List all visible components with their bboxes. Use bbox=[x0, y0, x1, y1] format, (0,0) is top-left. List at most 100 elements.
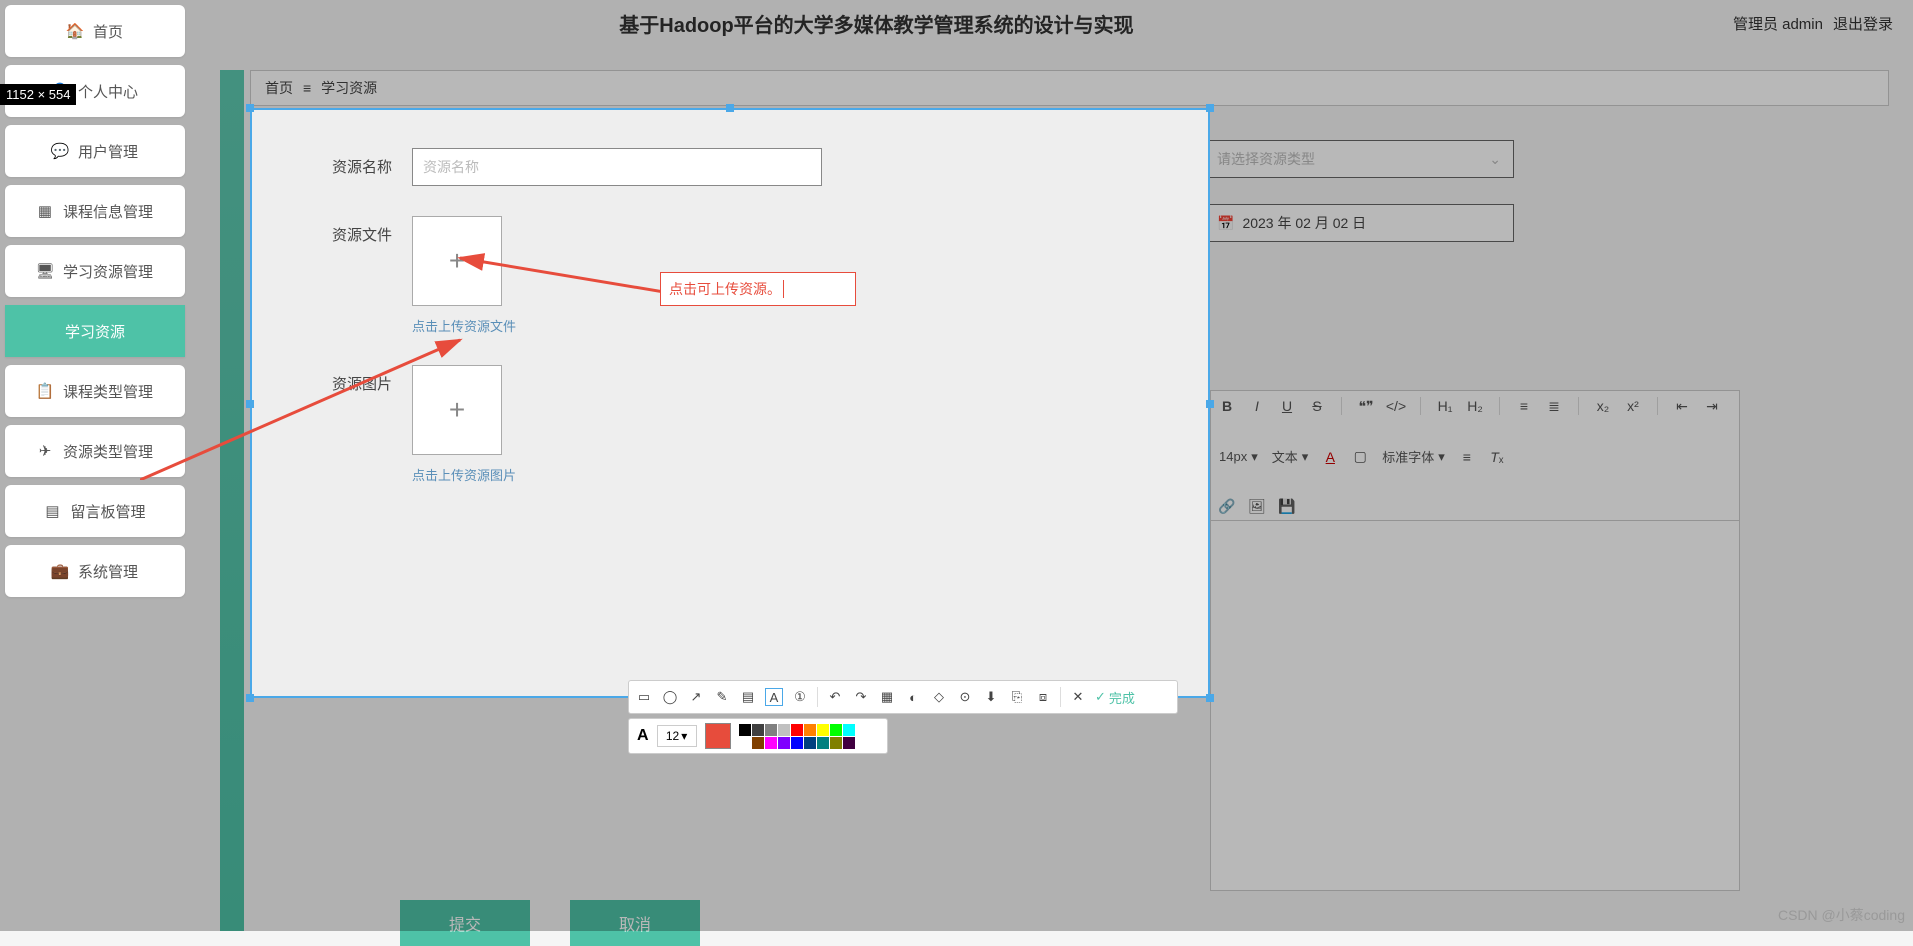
color-swatch[interactable] bbox=[752, 724, 764, 736]
ol-icon[interactable]: ≡ bbox=[1516, 398, 1532, 414]
upload-image-box[interactable]: + bbox=[412, 365, 502, 455]
text-tool-icon[interactable]: A bbox=[765, 688, 783, 706]
color-swatch[interactable] bbox=[791, 724, 803, 736]
h2-icon[interactable]: H₂ bbox=[1467, 398, 1483, 414]
code-icon[interactable]: </> bbox=[1388, 398, 1404, 414]
sidebar-item-users[interactable]: 💬 用户管理 bbox=[5, 125, 185, 177]
highlight-tool-icon[interactable]: ▤ bbox=[739, 688, 757, 706]
undo-icon[interactable]: ↶ bbox=[826, 688, 844, 706]
selection-handle[interactable] bbox=[1206, 694, 1214, 702]
resource-name-input[interactable] bbox=[412, 148, 822, 186]
sidebar-item-home[interactable]: 🏠 首页 bbox=[5, 5, 185, 57]
font-color-icon[interactable]: A bbox=[1322, 449, 1338, 465]
align-icon[interactable]: ≡ bbox=[1459, 449, 1475, 465]
editor-textarea[interactable] bbox=[1210, 521, 1740, 891]
selection-handle[interactable] bbox=[726, 104, 734, 112]
close-icon[interactable]: ✕ bbox=[1069, 688, 1087, 706]
toolbar-separator bbox=[1060, 687, 1061, 707]
record-icon[interactable]: ⊙ bbox=[956, 688, 974, 706]
color-swatch[interactable] bbox=[804, 724, 816, 736]
font-size-dropdown[interactable]: 14px ▾ bbox=[1219, 449, 1258, 465]
font-a-icon: A bbox=[637, 727, 649, 745]
indent-icon[interactable]: ⇥ bbox=[1704, 398, 1720, 414]
pen-tool-icon[interactable]: ✎ bbox=[713, 688, 731, 706]
rect-tool-icon[interactable]: ▭ bbox=[635, 688, 653, 706]
sidebar-item-courses[interactable]: ▦ 课程信息管理 bbox=[5, 185, 185, 237]
breadcrumb-home[interactable]: 首页 bbox=[265, 78, 293, 98]
mosaic-icon[interactable]: ▦ bbox=[878, 688, 896, 706]
color-swatch[interactable] bbox=[778, 737, 790, 749]
breadcrumb: 首页 ≡ 学习资源 bbox=[250, 70, 1889, 106]
redo-icon[interactable]: ↷ bbox=[852, 688, 870, 706]
select-placeholder: 请选择资源类型 bbox=[1217, 149, 1315, 169]
upload-time-input[interactable]: 📅 2023 年 02 月 02 日 bbox=[1204, 204, 1514, 242]
submit-button[interactable]: 提交 bbox=[400, 900, 530, 946]
sidebar-item-resource-type[interactable]: ✈ 资源类型管理 bbox=[5, 425, 185, 477]
sidebar-item-resource[interactable]: 学习资源 bbox=[5, 305, 185, 357]
eraser-icon[interactable]: ◇ bbox=[930, 688, 948, 706]
selection-handle[interactable] bbox=[1206, 400, 1214, 408]
color-swatch[interactable] bbox=[752, 737, 764, 749]
h1-icon[interactable]: H₁ bbox=[1437, 398, 1453, 414]
annotation-callout[interactable]: 点击可上传资源。 bbox=[660, 272, 856, 306]
save-icon[interactable]: 💾 bbox=[1279, 498, 1295, 514]
pin-icon[interactable]: ⧈ bbox=[1034, 688, 1052, 706]
selection-handle[interactable] bbox=[246, 104, 254, 112]
sidebar-item-messageboard[interactable]: ▤ 留言板管理 bbox=[5, 485, 185, 537]
quote-icon[interactable]: ❝❞ bbox=[1358, 398, 1374, 414]
color-swatch[interactable] bbox=[830, 724, 842, 736]
color-swatch[interactable] bbox=[765, 724, 777, 736]
font-size-stepper[interactable]: 12 ▾ bbox=[657, 725, 697, 747]
sidebar-item-system[interactable]: 💼 系统管理 bbox=[5, 545, 185, 597]
plus-icon: + bbox=[449, 245, 465, 277]
calendar-icon: 📅 bbox=[1217, 215, 1234, 232]
chat-icon: 💬 bbox=[52, 143, 68, 159]
copy-icon[interactable]: ⎘ bbox=[1008, 688, 1026, 706]
counter-tool-icon[interactable]: ① bbox=[791, 688, 809, 706]
upload-file-hint: 点击上传资源文件 bbox=[412, 316, 516, 335]
selection-handle[interactable] bbox=[246, 694, 254, 702]
cancel-button[interactable]: 取消 bbox=[570, 900, 700, 946]
ul-icon[interactable]: ≣ bbox=[1546, 398, 1562, 414]
strike-icon[interactable]: S bbox=[1309, 398, 1325, 414]
color-swatch[interactable] bbox=[804, 737, 816, 749]
resource-type-select[interactable]: 请选择资源类型 ⌄ bbox=[1204, 140, 1514, 178]
current-color-swatch[interactable] bbox=[705, 723, 731, 749]
selection-handle[interactable] bbox=[1206, 104, 1214, 112]
download-icon[interactable]: ⬇ bbox=[982, 688, 1000, 706]
color-swatch[interactable] bbox=[739, 724, 751, 736]
form-panel: 资源名称 资源文件 + 点击上传资源文件 资源图片 + 点击上传资源图片 bbox=[250, 108, 1210, 698]
color-swatch[interactable] bbox=[843, 724, 855, 736]
subscript-icon[interactable]: x₂ bbox=[1595, 398, 1611, 414]
color-swatch[interactable] bbox=[739, 737, 751, 749]
text-menu-dropdown[interactable]: 文本 ▾ bbox=[1272, 447, 1309, 466]
color-swatch[interactable] bbox=[843, 737, 855, 749]
sidebar-item-label: 个人中心 bbox=[78, 81, 138, 102]
image-icon[interactable]: 🖼 bbox=[1249, 498, 1265, 514]
sidebar-item-course-type[interactable]: 📋 课程类型管理 bbox=[5, 365, 185, 417]
done-button[interactable]: ✓ 完成 bbox=[1095, 688, 1135, 707]
clear-format-icon[interactable]: Tₓ bbox=[1489, 449, 1505, 465]
upload-file-box[interactable]: + bbox=[412, 216, 502, 306]
line-tool-icon[interactable]: ↗ bbox=[687, 688, 705, 706]
bg-color-icon[interactable]: ▢ bbox=[1352, 449, 1368, 465]
logout-link[interactable]: 退出登录 bbox=[1833, 13, 1893, 34]
bold-icon[interactable]: B bbox=[1219, 398, 1235, 414]
font-family-dropdown[interactable]: 标准字体 ▾ bbox=[1382, 447, 1445, 466]
color-swatch[interactable] bbox=[791, 737, 803, 749]
color-swatch[interactable] bbox=[765, 737, 777, 749]
superscript-icon[interactable]: x² bbox=[1625, 398, 1641, 414]
link-icon[interactable]: 🔗 bbox=[1219, 498, 1235, 514]
ellipse-tool-icon[interactable]: ◯ bbox=[661, 688, 679, 706]
blur-icon[interactable]: ◐ bbox=[904, 688, 922, 706]
color-swatch[interactable] bbox=[817, 724, 829, 736]
color-swatch[interactable] bbox=[778, 724, 790, 736]
italic-icon[interactable]: I bbox=[1249, 398, 1265, 414]
sidebar-item-resource-mgmt[interactable]: 🖥 学习资源管理 bbox=[5, 245, 185, 297]
outdent-icon[interactable]: ⇤ bbox=[1674, 398, 1690, 414]
color-swatch[interactable] bbox=[817, 737, 829, 749]
color-swatch[interactable] bbox=[830, 737, 842, 749]
selection-handle[interactable] bbox=[246, 400, 254, 408]
watermark: CSDN @小蔡coding bbox=[1778, 905, 1905, 925]
underline-icon[interactable]: U bbox=[1279, 398, 1295, 414]
